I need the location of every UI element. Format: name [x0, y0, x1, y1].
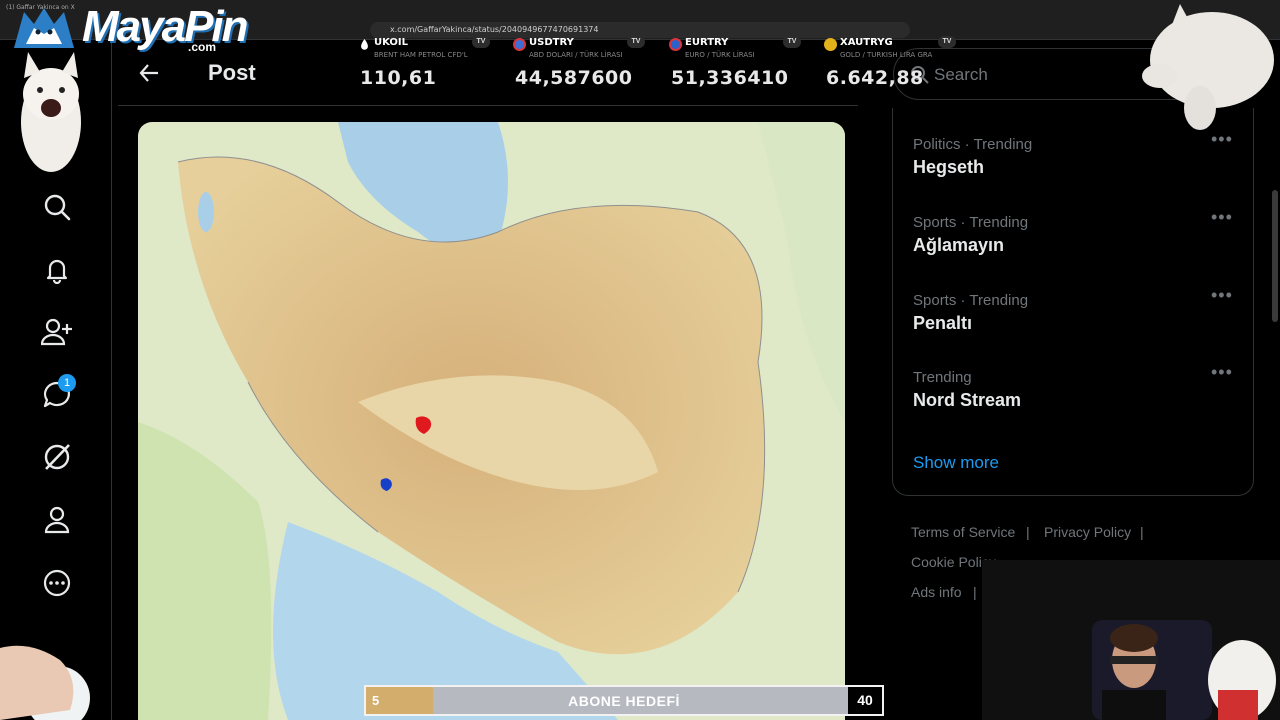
- relief-map: [138, 122, 845, 720]
- cat-sticker-left: [21, 52, 81, 172]
- tradingview-badge: TV: [627, 36, 645, 48]
- ticker-symbol: XAUTRYG: [840, 37, 893, 48]
- ticker-description: GOLD / TURKISH LIRA GRA: [840, 51, 933, 59]
- tradingview-badge: TV: [938, 36, 956, 48]
- ticker-symbol: UKOIL: [374, 37, 409, 48]
- tradingview-badge: TV: [783, 36, 801, 48]
- bell-icon: [46, 259, 68, 284]
- hand-overlay: [0, 645, 74, 720]
- market-ticker: UKOIL BRENT HAM PETROL CFD'L 110,61 TV U…: [352, 34, 962, 96]
- trend-item[interactable]: Politics · Trending Hegseth •••: [913, 130, 1243, 206]
- page-scrollbar[interactable]: [1272, 190, 1278, 322]
- trend-name: Penaltı: [913, 313, 973, 333]
- more-options-icon[interactable]: •••: [1211, 286, 1232, 304]
- ticker-item: USDTRY ABD DOLARI / TÜRK LİRASI 44,58760…: [507, 34, 657, 96]
- nav-explore[interactable]: [40, 190, 74, 224]
- oil-drop-icon: [361, 39, 368, 50]
- eur-flag-icon: [669, 38, 682, 51]
- ticker-price: 6.642,88: [826, 67, 924, 89]
- search-icon: [44, 194, 71, 221]
- nav-profile[interactable]: [40, 503, 74, 537]
- ticker-symbol: EURTRY: [685, 37, 729, 48]
- logo-text: MayaPin: [82, 2, 249, 51]
- trend-name: Hegseth: [913, 157, 985, 177]
- post-map-image[interactable]: [138, 122, 845, 720]
- nav-notifications[interactable]: [40, 253, 74, 287]
- grok-icon: [44, 444, 70, 470]
- page-title: Post: [208, 60, 256, 85]
- trend-name: Ağlamayın: [913, 235, 1005, 255]
- more-options-icon[interactable]: •••: [1211, 363, 1232, 381]
- footer-separator: |: [1026, 524, 1030, 540]
- ticker-item: XAUTRYG GOLD / TURKISH LIRA GRA 6.642,88…: [818, 34, 968, 96]
- ticker-item: EURTRY EURO / TÜRK LİRASI 51,336410 TV: [663, 34, 813, 96]
- usd-flag-icon: [513, 38, 526, 51]
- ticker-item: UKOIL BRENT HAM PETROL CFD'L 110,61 TV: [352, 34, 502, 96]
- trend-category: Politics · Trending: [913, 136, 1033, 153]
- trend-item[interactable]: Sports · Trending Penaltı •••: [913, 286, 1243, 362]
- tradingview-badge: TV: [472, 36, 490, 48]
- nav-more[interactable]: [40, 566, 74, 600]
- trend-category: Trending: [913, 369, 972, 386]
- ads-info-link[interactable]: Ads info: [911, 584, 962, 600]
- more-icon: [43, 569, 71, 597]
- ticker-price: 110,61: [360, 67, 437, 89]
- ticker-price: 44,587600: [515, 67, 633, 89]
- add-user-icon: [41, 318, 72, 346]
- ticker-symbol: USDTRY: [529, 37, 574, 48]
- more-options-icon[interactable]: •••: [1211, 208, 1232, 226]
- arrow-left-icon: [139, 64, 158, 82]
- trend-category: Sports · Trending: [913, 214, 1029, 231]
- goal-label: ABONE HEDEFİ: [568, 693, 680, 709]
- nav-grok[interactable]: [40, 440, 74, 474]
- webcam-overlay: [982, 560, 1280, 720]
- messages-badge: 1: [58, 374, 76, 392]
- more-options-icon[interactable]: •••: [1211, 130, 1232, 148]
- subscriber-goal-bar: 5 ABONE HEDEFİ 40: [364, 685, 884, 716]
- ticker-description: ABD DOLARI / TÜRK LİRASI: [529, 51, 623, 59]
- gold-icon: [824, 38, 837, 51]
- mayapin-logo: MayaPin .com: [10, 2, 249, 54]
- streamer-video: [982, 560, 1280, 720]
- trend-item[interactable]: Trending Nord Stream •••: [913, 363, 1243, 439]
- profile-icon: [44, 506, 70, 534]
- goal-target-count: 40: [848, 687, 882, 714]
- footer-separator: |: [1140, 524, 1144, 540]
- ticker-price: 51,336410: [671, 67, 789, 89]
- trend-name: Nord Stream: [913, 390, 1022, 410]
- trend-category: Sports · Trending: [913, 292, 1029, 309]
- terms-link[interactable]: Terms of Service: [911, 524, 1015, 540]
- show-more-link[interactable]: Show more: [913, 453, 999, 473]
- logo-domain: .com: [188, 40, 217, 54]
- back-button[interactable]: [138, 62, 160, 84]
- logo-wolf-icon: [14, 8, 74, 48]
- privacy-link[interactable]: Privacy Policy: [1044, 524, 1131, 540]
- nav-follow[interactable]: [40, 315, 74, 349]
- cat-sticker-right: [1142, 4, 1274, 130]
- trend-item[interactable]: Sports · Trending Ağlamayın •••: [913, 208, 1243, 284]
- ticker-description: EURO / TÜRK LİRASI: [685, 51, 755, 59]
- ticker-description: BRENT HAM PETROL CFD'L: [374, 51, 468, 59]
- footer-separator: |: [973, 584, 977, 600]
- trends-panel: Politics · Trending Hegseth ••• Sports ·…: [892, 108, 1254, 496]
